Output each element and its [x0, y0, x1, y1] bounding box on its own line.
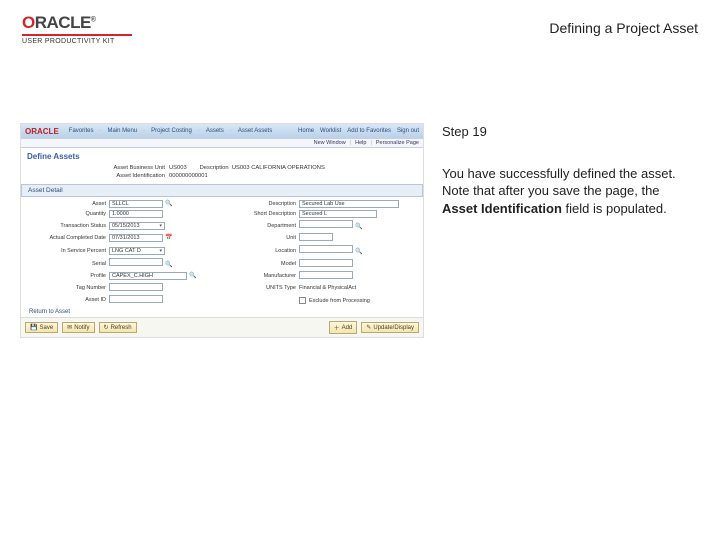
- subbar-help[interactable]: Help: [355, 140, 366, 146]
- step-line2c: field is populated.: [562, 201, 667, 216]
- nav-project-costing[interactable]: Project Costing: [151, 128, 192, 134]
- tag-label: Tag Number: [27, 285, 109, 291]
- shortdesc-input[interactable]: Secured L: [299, 210, 377, 218]
- nav-favorites[interactable]: Favorites: [69, 128, 94, 134]
- dept-input[interactable]: [299, 220, 353, 228]
- form-title: Define Assets: [21, 148, 423, 163]
- unitstype-label: UNITS Type: [217, 285, 299, 291]
- asset-id-label: Asset Identification: [29, 173, 169, 179]
- model-label: Model: [217, 261, 299, 267]
- page-title: Defining a Project Asset: [549, 14, 698, 36]
- profile-label: Profile: [27, 273, 109, 279]
- app-brand: ORACLE: [25, 127, 59, 136]
- refresh-button[interactable]: ↻Refresh: [99, 322, 137, 333]
- brand-subtitle: USER PRODUCTIVITY KIT: [22, 38, 132, 45]
- step-body: You have successfully defined the asset.…: [442, 165, 692, 218]
- return-link[interactable]: Return to Asset: [21, 307, 423, 317]
- commdate-input[interactable]: 07/31/2013: [109, 234, 163, 242]
- exclude-row: Exclude from Processing: [299, 297, 415, 304]
- section-header: Asset Detail: [21, 184, 423, 197]
- add-icon: ＋: [334, 323, 340, 332]
- qty-input[interactable]: 1.0000: [109, 210, 163, 218]
- notify-button[interactable]: ✉Notify: [62, 322, 94, 333]
- commdate-label: Actual Completed Date: [27, 235, 109, 241]
- exclude-label: Exclude from Processing: [309, 298, 370, 304]
- brand-logo: ORACLE®: [22, 14, 132, 32]
- bu-label: Asset Business Unit: [29, 165, 169, 171]
- asset-id-value: 000000000001: [169, 173, 415, 179]
- unit-label: Unit: [217, 235, 299, 241]
- brand-rest: RACLE: [35, 13, 91, 32]
- model-input[interactable]: [299, 259, 353, 267]
- shortdesc-label: Short Description: [217, 211, 299, 217]
- dept-label: Department: [217, 223, 299, 229]
- brand-divider: [22, 34, 132, 36]
- unitstype-value: Financial & PhysicalAct: [299, 285, 415, 291]
- header-block: Asset Business Unit US003 Description US…: [21, 163, 423, 182]
- exclude-checkbox[interactable]: [299, 297, 306, 304]
- lookup-icon[interactable]: 🔍: [189, 272, 197, 280]
- step-bold: Asset Identification: [442, 201, 562, 216]
- refresh-icon: ↻: [104, 324, 109, 331]
- assetid-label: Asset ID: [27, 297, 109, 303]
- assetid-input[interactable]: [109, 295, 163, 303]
- brand-o: O: [22, 13, 35, 32]
- app-subbar: New Window| Help| Personalize Page: [21, 138, 423, 148]
- notify-icon: ✉: [67, 324, 72, 331]
- descr-input[interactable]: Secured Lab Use: [299, 200, 399, 208]
- button-row: 💾Save ✉Notify ↻Refresh ＋Add ✎Update/Disp…: [21, 317, 423, 337]
- brand-tm: ®: [91, 16, 96, 23]
- inservice-dropdown[interactable]: LNG CAT D: [109, 247, 165, 255]
- nav-sign-out[interactable]: Sign out: [397, 128, 419, 134]
- update-button[interactable]: ✎Update/Display: [361, 322, 419, 333]
- status-label: Transaction Status: [27, 223, 109, 229]
- nav-assets[interactable]: Assets: [206, 128, 224, 134]
- application-screenshot: ORACLE Favorites· Main Menu· Project Cos…: [20, 123, 424, 338]
- subbar-personalize[interactable]: Personalize Page: [376, 140, 419, 146]
- mfr-label: Manufacturer: [217, 273, 299, 279]
- nav-main-menu[interactable]: Main Menu: [107, 128, 137, 134]
- save-button[interactable]: 💾Save: [25, 322, 58, 333]
- step-line1: You have successfully defined the asset.: [442, 166, 676, 181]
- nav-add-favorites[interactable]: Add to Favorites: [347, 128, 391, 134]
- nav-home[interactable]: Home: [298, 128, 314, 134]
- asset-name-label: Asset: [27, 201, 109, 207]
- calendar-icon[interactable]: 📅: [165, 234, 173, 242]
- serial-label: Serial: [27, 261, 109, 267]
- profile-input[interactable]: CAPEX_C.HIGH: [109, 272, 187, 280]
- mfr-input[interactable]: [299, 271, 353, 279]
- nav-asset-assets[interactable]: Asset Assets: [238, 128, 272, 134]
- lookup-icon[interactable]: 🔍: [165, 200, 173, 208]
- status-dropdown[interactable]: 05/15/2013: [109, 222, 165, 230]
- step-line2a: Note that after you save the page, the: [442, 183, 660, 198]
- instruction-column: Step 19 You have successfully defined th…: [442, 123, 692, 217]
- location-label: Location: [217, 248, 299, 254]
- add-button[interactable]: ＋Add: [329, 321, 358, 334]
- tag-input[interactable]: [109, 283, 163, 291]
- lookup-icon[interactable]: 🔍: [355, 223, 363, 231]
- brand-block: ORACLE® USER PRODUCTIVITY KIT: [22, 14, 132, 45]
- subbar-new-window[interactable]: New Window: [314, 140, 346, 146]
- app-navbar: ORACLE Favorites· Main Menu· Project Cos…: [21, 124, 423, 138]
- qty-label: Quantity: [27, 211, 109, 217]
- save-icon: 💾: [30, 324, 37, 331]
- location-input[interactable]: [299, 245, 353, 253]
- step-number: Step 19: [442, 123, 692, 141]
- inservice-label: In Service Percent: [27, 248, 109, 254]
- update-icon: ✎: [366, 324, 371, 331]
- asset-name-input[interactable]: SLLCL: [109, 200, 163, 208]
- asset-detail-grid: Asset SLLCL🔍 Description Secured Lab Use…: [21, 200, 423, 307]
- lookup-icon[interactable]: 🔍: [355, 248, 363, 256]
- serial-input[interactable]: [109, 258, 163, 266]
- nav-worklist[interactable]: Worklist: [320, 128, 341, 134]
- bu-value: US003 Description US003 CALIFORNIA OPERA…: [169, 165, 415, 171]
- lookup-icon[interactable]: 🔍: [165, 261, 173, 269]
- unit-input[interactable]: [299, 233, 333, 241]
- descr-label: Description: [217, 201, 299, 207]
